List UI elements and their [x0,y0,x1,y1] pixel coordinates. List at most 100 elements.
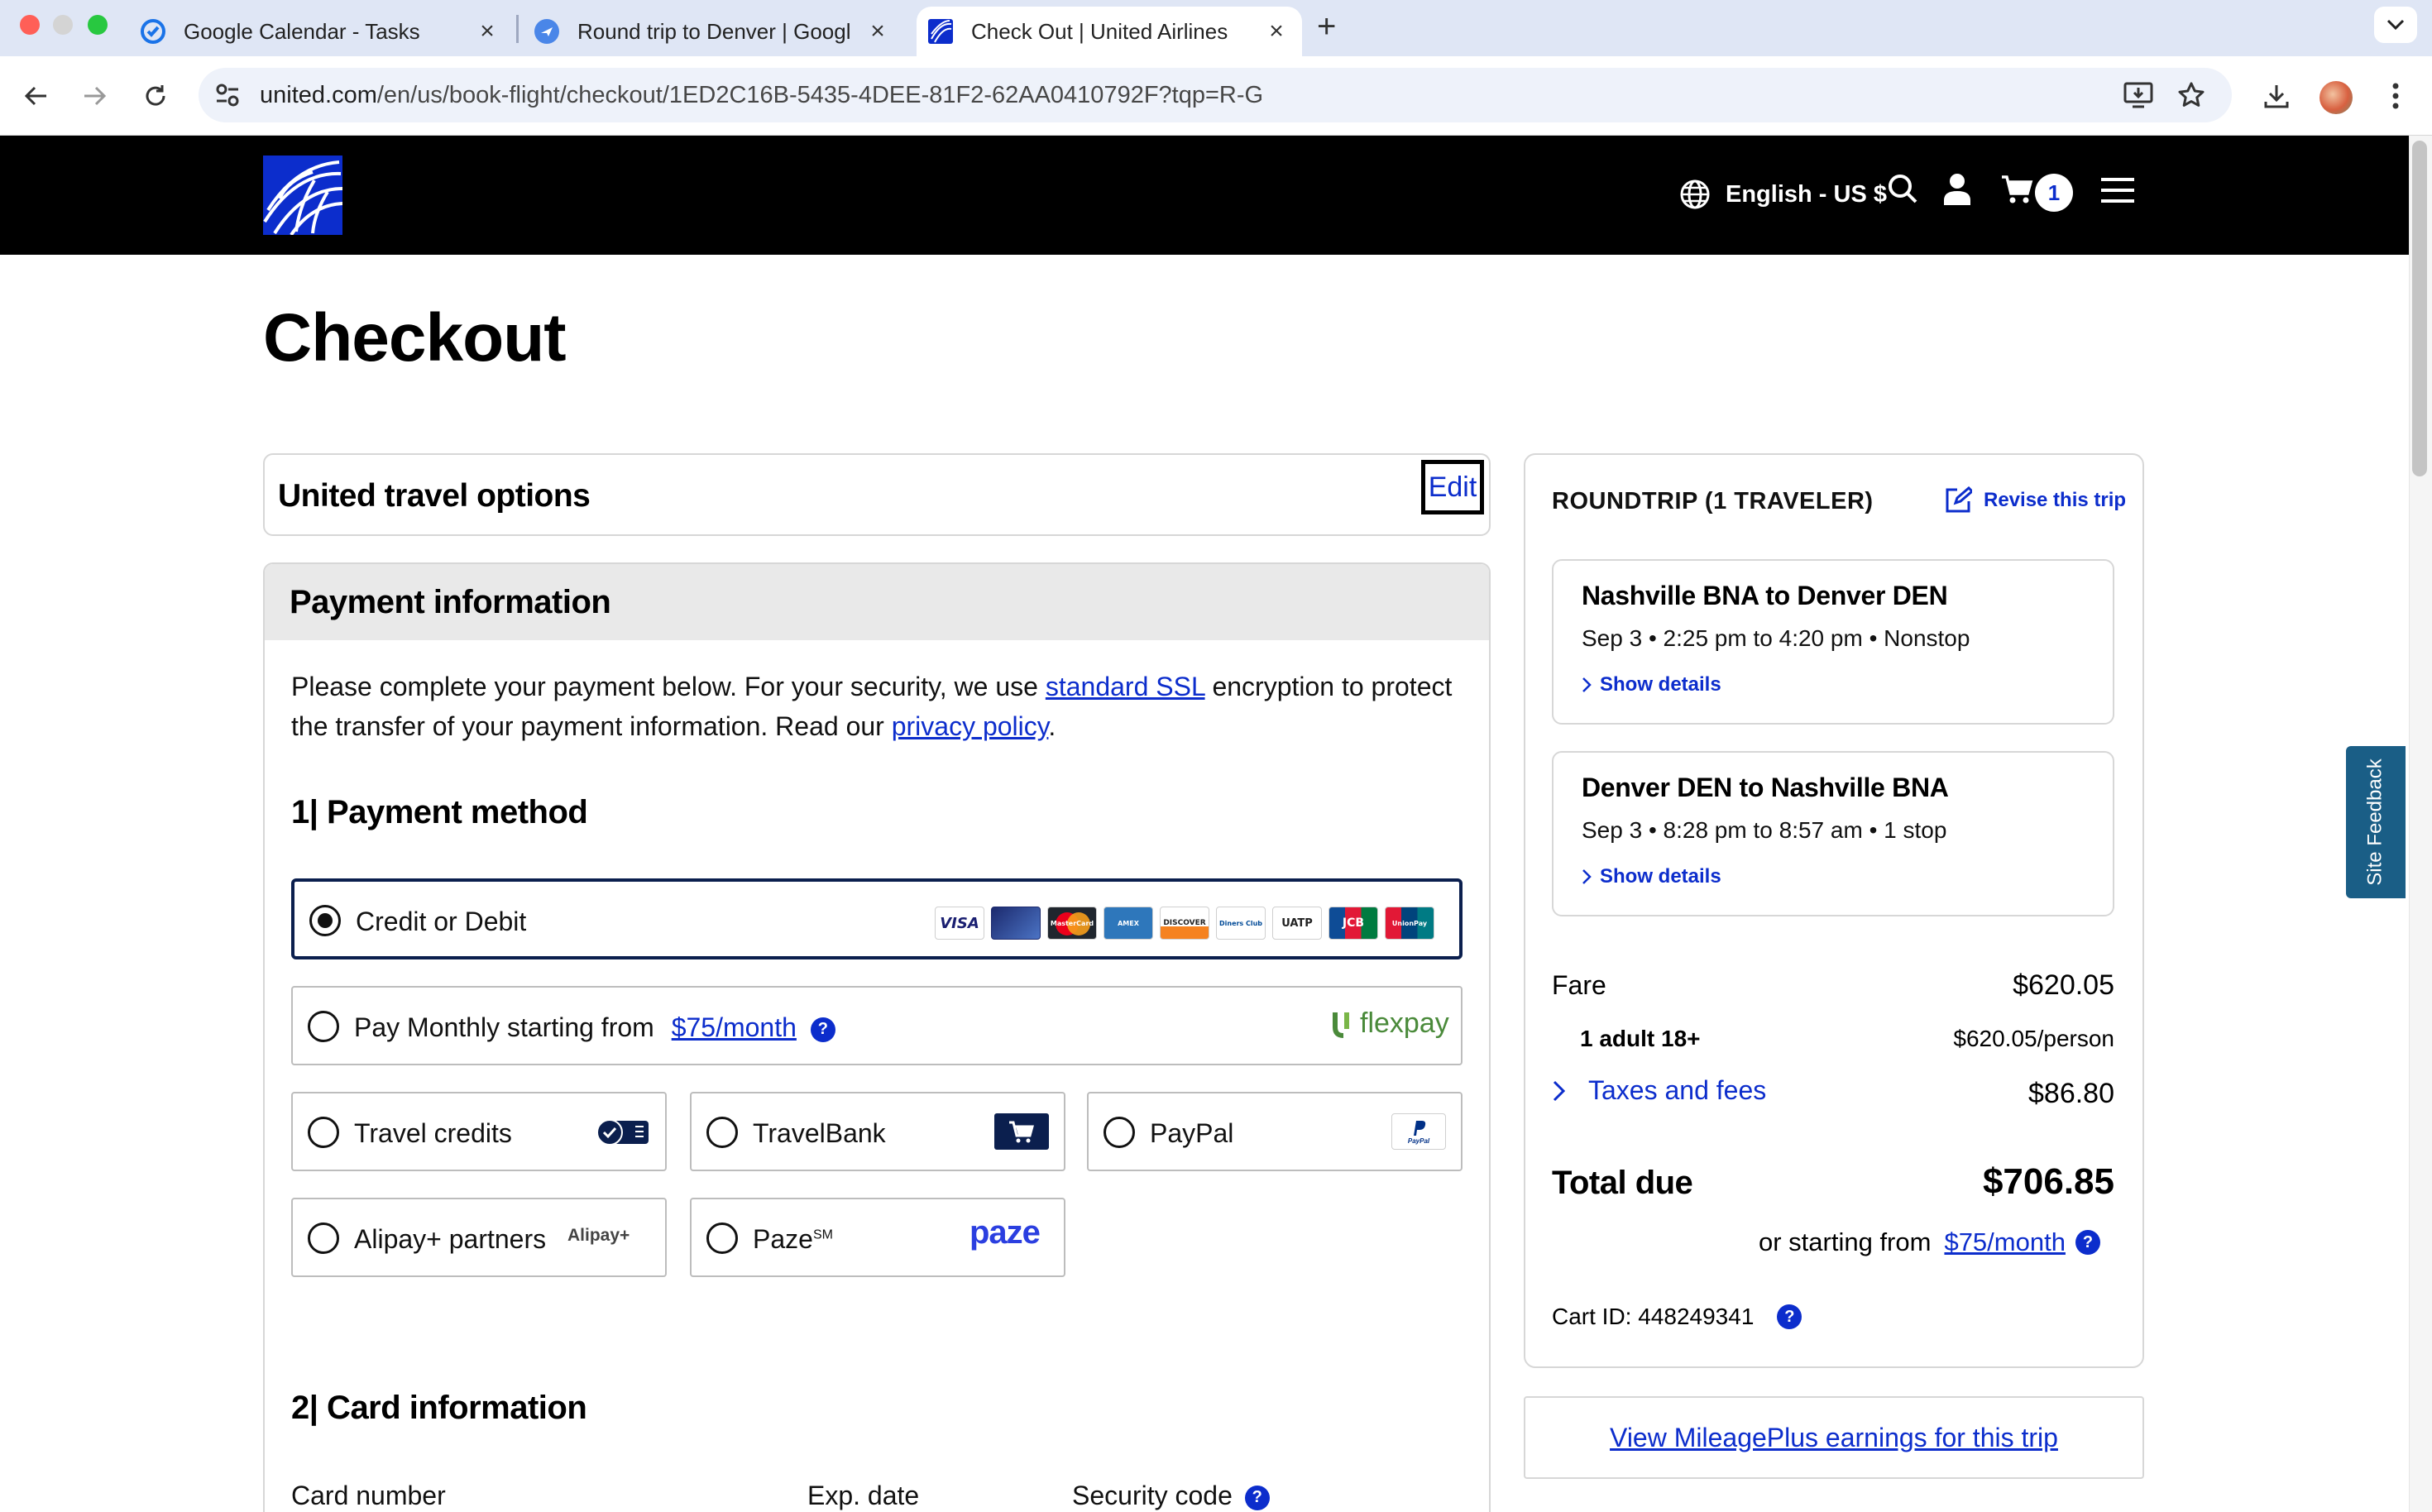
exp-date-label: Exp. date [807,1481,920,1510]
window-minimize-button[interactable] [53,15,73,35]
privacy-policy-link[interactable]: privacy policy [892,711,1049,741]
chevron-down-icon [2387,19,2405,31]
paze-logo: paze [969,1214,1041,1251]
total-row: Total due $706.85 [1552,1161,2114,1203]
alipay-logo: Alipay+ [567,1226,630,1246]
payment-option-travel-credits[interactable]: Travel credits [291,1092,667,1171]
intro-text: . [1048,711,1056,741]
monthly-price-link[interactable]: $75/month [672,1012,797,1042]
install-app-icon[interactable] [2123,81,2154,113]
scrollbar-thumb[interactable] [2412,141,2427,476]
tab-google-calendar[interactable]: Google Calendar - Tasks × [132,7,513,56]
site-settings-icon[interactable] [213,81,242,113]
travel-credits-icon [596,1119,649,1146]
payment-option-credit-debit[interactable]: Credit or Debit VISA MasterCard AMEX DIS… [291,878,1463,959]
arrow-right-icon [84,86,107,106]
cart-count-badge[interactable]: 1 [2035,174,2073,212]
close-tab-icon[interactable]: × [473,17,501,45]
reload-icon [146,85,165,106]
monthly-starting-row: or starting from $75/month ? [1759,1227,2100,1257]
show-details-link[interactable]: Show details [1582,673,1721,696]
revise-trip-link[interactable]: Revise this trip [1944,486,2126,514]
alipay-label: Alipay+ partners [354,1224,547,1254]
mastercard-text: MasterCard [1050,919,1094,927]
paypal-radio[interactable] [1103,1117,1135,1148]
standard-ssl-link[interactable]: standard SSL [1046,672,1205,701]
close-tab-icon[interactable]: × [1262,17,1290,45]
account-icon[interactable] [1942,172,1972,209]
alipay-radio[interactable] [308,1223,339,1254]
back-button[interactable] [17,76,56,116]
show-details-link[interactable]: Show details [1582,865,1721,888]
mileageplus-earnings-link[interactable]: View MileagePlus earnings for this trip [1524,1396,2144,1479]
profile-avatar[interactable] [2319,81,2353,114]
security-code-label: Security code ? [1072,1481,1270,1511]
browser-tab-bar: Google Calendar - Tasks × Round trip to … [0,0,2432,56]
hamburger-menu-icon[interactable] [2101,177,2134,208]
edit-button[interactable]: Edit [1421,460,1484,514]
payment-intro-text: Please complete your payment below. For … [291,667,1466,746]
cart-icon[interactable] [2000,172,2033,209]
site-feedback-tab[interactable]: Site Feedback [2346,746,2406,898]
downloads-button[interactable] [2257,76,2296,116]
blue-card-icon [991,907,1041,940]
tab-separator [516,15,519,43]
taxes-toggle[interactable]: Taxes and fees [1552,1075,1766,1106]
taxes-row: Taxes and fees $86.80 [1552,1075,2114,1110]
help-icon[interactable]: ? [810,1017,835,1042]
travel-credits-radio[interactable] [308,1117,339,1148]
paypal-label: PayPal [1150,1118,1234,1148]
monthly-price-link[interactable]: $75/month [1944,1227,2066,1257]
tab-united-checkout[interactable]: Check Out | United Airlines × [917,7,1302,56]
paypal-mark-icon [1414,1120,1426,1136]
diners-club-card-icon: Diners Club [1216,907,1266,940]
search-icon[interactable] [1886,172,1919,209]
edit-icon [1946,486,1972,513]
unionpay-card-icon: UnionPay [1385,907,1434,940]
security-code-text: Security code [1072,1481,1233,1510]
address-bar[interactable]: united.com/en/us/book-flight/checkout/1E… [199,68,2232,122]
leg-route: Nashville BNA to Denver DEN [1582,581,1948,610]
credit-debit-radio[interactable] [309,905,341,936]
payment-option-travelbank[interactable]: TravelBank [690,1092,1065,1171]
travelbank-radio[interactable] [706,1117,738,1148]
paze-radio[interactable] [706,1223,738,1254]
tab-search-button[interactable] [2374,7,2417,43]
close-tab-icon[interactable]: × [864,17,892,45]
bookmark-star-icon[interactable] [2177,81,2205,113]
help-icon[interactable]: ? [1777,1304,1802,1329]
leg-route: Denver DEN to Nashville BNA [1582,773,1949,802]
trip-summary-title: ROUNDTRIP (1 TRAVELER) [1552,488,1874,514]
payment-option-paypal[interactable]: PayPal PayPal [1087,1092,1463,1171]
payment-option-pay-monthly[interactable]: Pay Monthly starting from $75/month ? fl… [291,986,1463,1065]
new-tab-button[interactable]: + [1317,8,1336,45]
reload-button[interactable] [136,76,175,116]
amex-card-icon: AMEX [1103,907,1153,940]
leg-schedule: Sep 3 • 8:28 pm to 8:57 am • 1 stop [1582,817,1947,843]
show-details-label: Show details [1600,865,1721,888]
credit-debit-label: Credit or Debit [356,907,527,936]
payment-option-paze[interactable]: PazeSM paze [690,1198,1065,1277]
show-details-label: Show details [1600,673,1721,696]
fare-label: Fare [1552,970,1606,1000]
help-icon[interactable]: ? [2075,1230,2100,1255]
page-title: Checkout [263,300,567,376]
pay-monthly-radio[interactable] [308,1011,339,1042]
fare-row: Fare $620.05 [1552,969,2114,1002]
payment-option-alipay[interactable]: Alipay+ partners Alipay+ [291,1198,667,1277]
google-tasks-icon [141,19,165,44]
browser-toolbar: united.com/en/us/book-flight/checkout/1E… [0,56,2432,136]
language-selector[interactable]: English - US $ [1679,179,1887,210]
adult-fare-value: $620.05/person [1953,1026,2114,1051]
help-icon[interactable]: ? [1244,1485,1270,1510]
fare-value: $620.05 [2013,969,2114,1001]
window-zoom-button[interactable] [88,15,108,35]
uatp-card-icon: UATP [1272,907,1322,940]
united-logo[interactable] [263,156,342,235]
forward-button[interactable] [74,76,114,116]
adult-label: 1 adult 18+ [1580,1026,1701,1051]
window-close-button[interactable] [20,15,40,35]
browser-menu-button[interactable] [2376,76,2415,116]
tab-google-flights[interactable]: Round trip to Denver | Google × [526,7,903,56]
paypal-logo: PayPal [1391,1113,1446,1150]
